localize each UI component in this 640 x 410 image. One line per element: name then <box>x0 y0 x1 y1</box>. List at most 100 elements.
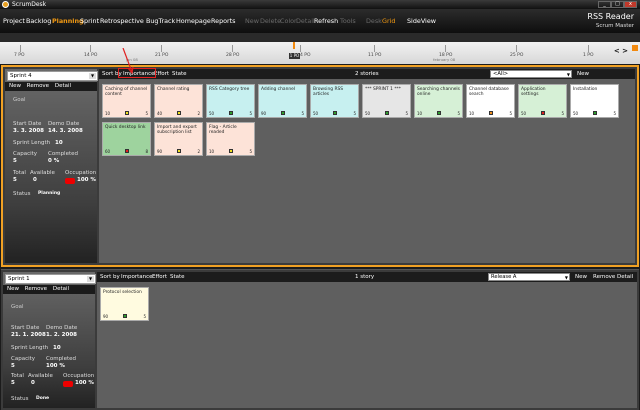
detail-story-button[interactable]: Detail <box>617 272 633 282</box>
story-title: Channel database search <box>469 87 509 97</box>
release-filter-select[interactable]: Release A ▼ <box>488 273 570 281</box>
menu-sideview[interactable]: SideView <box>407 17 436 25</box>
status-label: Status <box>11 396 29 402</box>
total-value: 5 <box>11 380 15 386</box>
minimize-button[interactable]: _ <box>598 1 611 8</box>
annotation-arrow-icon <box>122 48 134 75</box>
menu-detail[interactable]: Detail <box>296 17 315 25</box>
menu-grid[interactable]: Grid <box>382 17 395 25</box>
tick-line <box>445 45 446 52</box>
story-importance: 10 <box>469 111 475 116</box>
menu-reports[interactable]: Reports <box>211 17 236 25</box>
product-name: RSS Reader <box>587 12 634 21</box>
story-card[interactable]: Import and export subscription list 90 2 <box>154 122 203 156</box>
story-title: Protocol selection <box>103 290 142 295</box>
menu-color[interactable]: Color <box>280 17 297 25</box>
story-card[interactable]: Caching of channel content 10 5 <box>102 84 151 118</box>
month-label: february 08 <box>433 57 456 62</box>
new-sprint-button[interactable]: New <box>7 286 19 292</box>
story-state-icon <box>125 111 129 115</box>
board-header: Sort by Importance Effort State 1 story … <box>97 272 637 282</box>
completed-label: Completed <box>46 356 76 362</box>
story-card[interactable]: Browsing RSS articles 50 5 <box>310 84 359 118</box>
capacity-label: Capacity <box>11 356 36 362</box>
maximize-button[interactable]: □ <box>611 1 624 8</box>
tick-label: 14 PO <box>84 53 98 58</box>
story-effort: 5 <box>561 111 564 116</box>
sort-state-button[interactable]: State <box>170 272 185 282</box>
story-card[interactable]: Protocol selection 90 5 <box>100 287 149 321</box>
remove-story-button[interactable]: Remove <box>593 272 615 282</box>
demo-date-label: Demo Date <box>48 121 80 127</box>
tick-label: 25 PO <box>510 53 524 58</box>
menu-planning[interactable]: Planning <box>52 17 84 25</box>
app-logo-icon <box>2 1 9 8</box>
sort-effort-button[interactable]: Effort <box>154 69 169 79</box>
timeline-ruler[interactable]: 7 PO 14 PO 21 PO 28 PO 4 PO 11 PO 18 PO … <box>0 42 640 64</box>
chevron-down-icon[interactable]: ▼ <box>89 73 96 79</box>
chevron-down-icon[interactable]: ▼ <box>567 71 570 78</box>
timeline-nav-arrows-icon[interactable]: < > <box>614 47 628 55</box>
story-card[interactable]: Quick desktop link 60 8 <box>102 122 151 156</box>
sort-importance-button[interactable]: Importance <box>121 272 153 282</box>
story-card[interactable]: RSS Category tree 50 5 <box>206 84 255 118</box>
sort-state-button[interactable]: State <box>172 69 187 79</box>
menu-bugtrack[interactable]: BugTrack <box>146 17 175 25</box>
menu-project[interactable]: Project <box>3 17 25 25</box>
menu-backlog[interactable]: Backlog <box>26 17 51 25</box>
sprint-select[interactable]: Sprint 4 ▼ <box>7 71 98 81</box>
remove-sprint-button[interactable]: Remove <box>25 286 47 292</box>
story-importance: 90 <box>103 314 109 319</box>
tick-line <box>516 45 517 52</box>
release-filter-select[interactable]: <All> ▼ <box>490 70 572 78</box>
story-importance: 10 <box>105 111 111 116</box>
detail-sprint-button[interactable]: Detail <box>55 83 71 89</box>
sort-effort-button[interactable]: Effort <box>152 272 167 282</box>
story-importance: 90 <box>261 111 267 116</box>
chevron-down-icon[interactable]: ▼ <box>87 276 94 282</box>
story-effort: 5 <box>613 111 616 116</box>
menu-tools[interactable]: Tools <box>340 17 356 25</box>
story-card[interactable]: Adding channel 90 5 <box>258 84 307 118</box>
story-title: Browsing RSS articles <box>313 87 344 97</box>
menu-desk[interactable]: Desk <box>366 17 382 25</box>
story-importance: 50 <box>313 111 319 116</box>
story-card[interactable]: Installation 50 5 <box>570 84 619 118</box>
goal-label: Goal <box>13 97 26 103</box>
menu-homepage[interactable]: Homepage <box>176 17 211 25</box>
menu-delete[interactable]: Delete <box>260 17 281 25</box>
remove-sprint-button[interactable]: Remove <box>27 83 49 89</box>
menu-refresh[interactable]: Refresh <box>314 17 338 25</box>
today-marker[interactable]: 1 PO <box>289 53 300 59</box>
timeline-nav-orange-icon[interactable] <box>632 45 638 51</box>
start-date-value: 3. 3. 2008 <box>13 128 44 134</box>
menu-retrospective[interactable]: Retrospective <box>100 17 144 25</box>
story-state-icon <box>177 149 181 153</box>
story-card[interactable]: Channel database search 10 5 <box>466 84 515 118</box>
story-count: 2 stories <box>355 71 379 77</box>
tick-line <box>588 45 589 52</box>
story-title: RSS Category tree <box>209 87 250 92</box>
goal-label: Goal <box>11 304 24 310</box>
story-card[interactable]: Channel rating 40 2 <box>154 84 203 118</box>
story-card[interactable]: Searching channels online 10 5 <box>414 84 463 118</box>
story-state-icon <box>123 314 127 318</box>
detail-sprint-button[interactable]: Detail <box>53 286 69 292</box>
tick-label: 28 PO <box>226 53 240 58</box>
chevron-down-icon[interactable]: ▼ <box>565 274 568 281</box>
new-story-button[interactable]: New <box>577 69 589 79</box>
story-card[interactable]: *** SPRINT 1 *** 50 5 <box>362 84 411 118</box>
new-sprint-button[interactable]: New <box>9 83 21 89</box>
story-card[interactable]: Application settings 50 5 <box>518 84 567 118</box>
close-button[interactable]: x <box>624 1 637 8</box>
menu-new[interactable]: New <box>245 17 259 25</box>
status-label: Status <box>13 191 31 197</box>
new-story-button[interactable]: New <box>575 272 587 282</box>
sprint-select[interactable]: Sprint 1 ▼ <box>5 274 96 284</box>
story-title: Adding channel <box>261 87 296 92</box>
story-importance: 60 <box>105 149 111 154</box>
story-effort: 5 <box>457 111 460 116</box>
completed-value: 100 % <box>46 363 65 369</box>
story-card[interactable]: Flag - Article readed 10 5 <box>206 122 255 156</box>
menu-sprint[interactable]: Sprint <box>80 17 99 25</box>
